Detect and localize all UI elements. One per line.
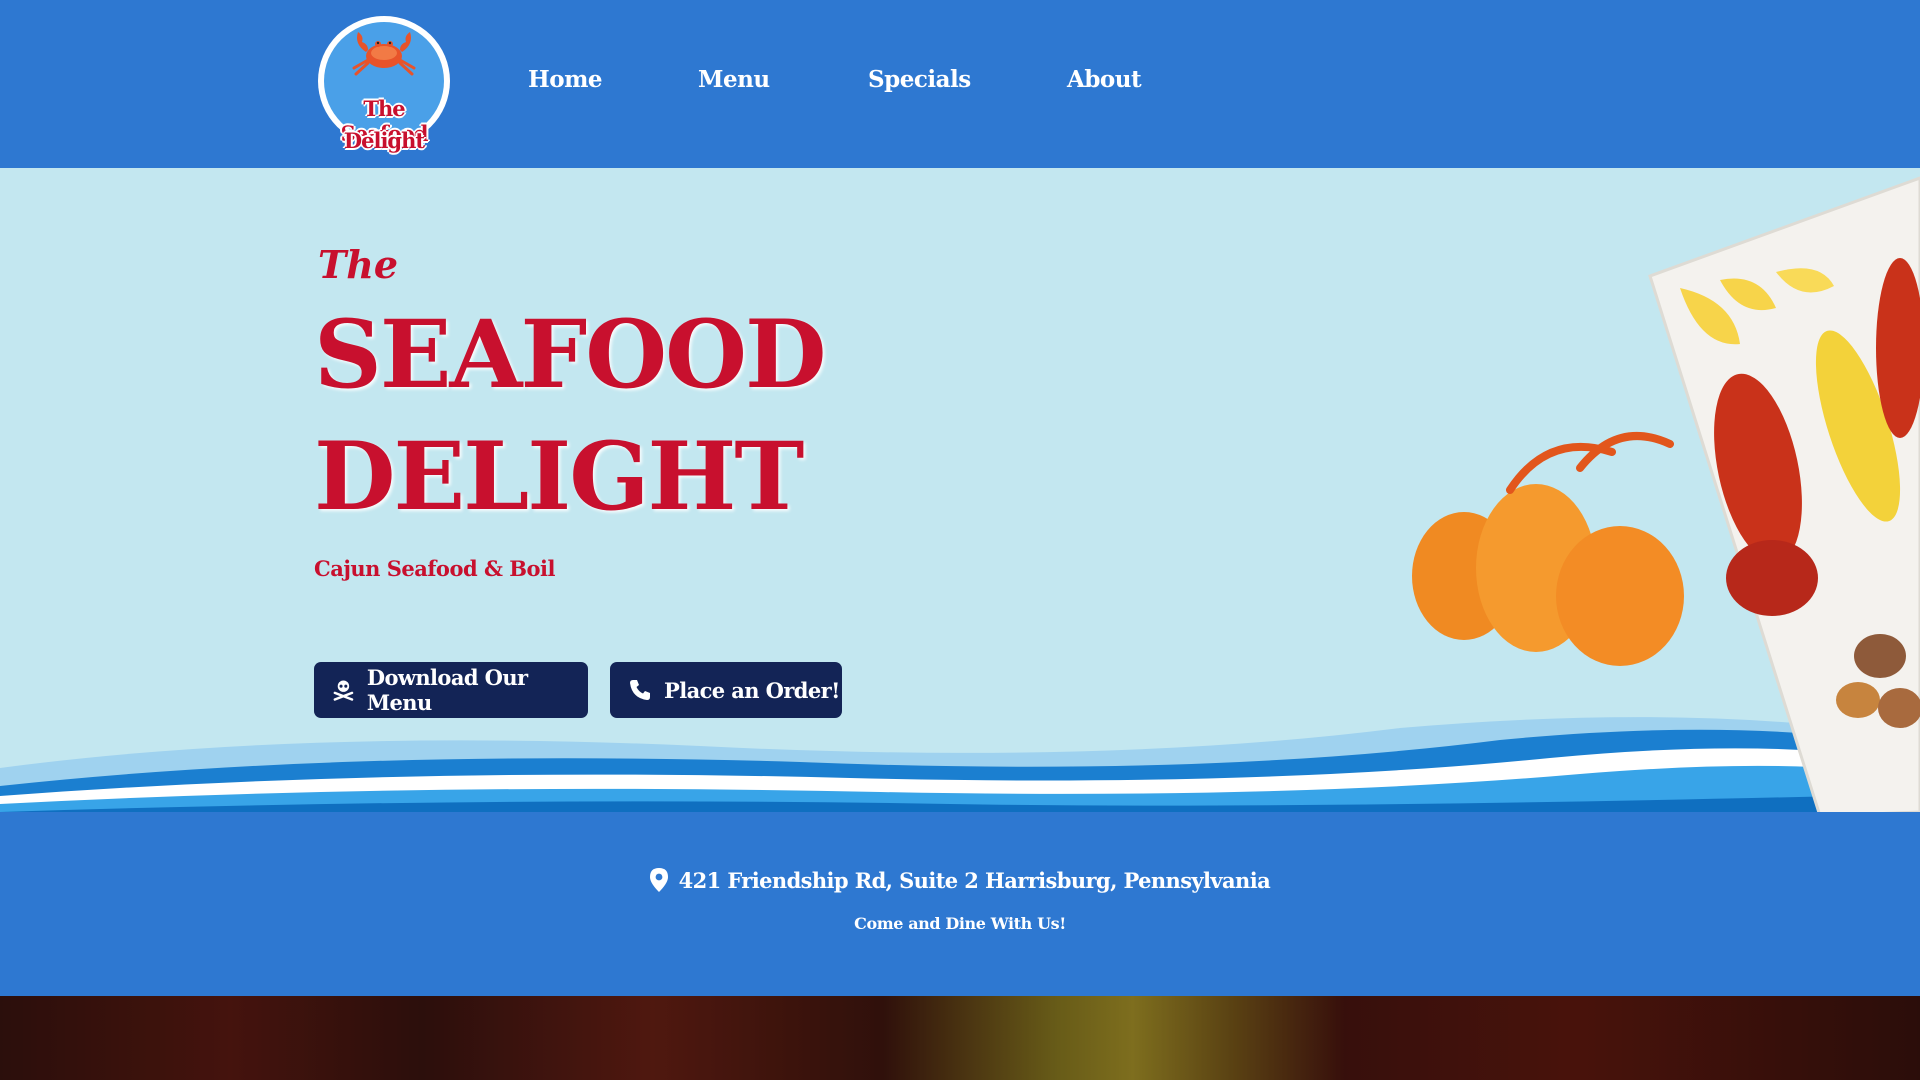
crawfish-photo-strip bbox=[0, 996, 1920, 1080]
download-menu-label: Download Our Menu bbox=[366, 665, 528, 715]
seafood-platter-image bbox=[1412, 176, 1920, 812]
hero-subtitle: Cajun Seafood & Boil bbox=[314, 556, 555, 581]
download-menu-button[interactable]: Download Our Menu bbox=[314, 662, 588, 718]
photo-overlay bbox=[0, 996, 1920, 1080]
fried-shrimp-group bbox=[1412, 432, 1684, 666]
place-order-button[interactable]: Place an Order! bbox=[610, 662, 842, 718]
logo-text-line2: Delight bbox=[343, 128, 425, 153]
hero-title-line1: SEAFOOD bbox=[314, 300, 826, 410]
address-text: 421 Friendship Rd, Suite 2 Harrisburg, P… bbox=[678, 868, 1271, 893]
hero-section: The SEAFOOD DELIGHT Cajun Seafood & Boil bbox=[0, 168, 1920, 812]
hero-title-line2: DELIGHT bbox=[314, 422, 804, 532]
phone-icon bbox=[630, 680, 650, 700]
tagline: Come and Dine With Us! bbox=[854, 914, 1066, 933]
nav-home[interactable]: Home bbox=[528, 66, 603, 93]
crab-icon bbox=[352, 32, 416, 76]
place-order-label: Place an Order! bbox=[664, 677, 840, 703]
hero-kicker: The bbox=[318, 242, 399, 287]
site-header: The Seafood Delight Home Menu Specials A… bbox=[0, 0, 1920, 168]
site-logo[interactable]: The Seafood Delight bbox=[318, 16, 450, 153]
nav-specials[interactable]: Specials bbox=[868, 66, 971, 93]
skull-crossbones-icon bbox=[333, 680, 354, 701]
address-line: 421 Friendship Rd, Suite 2 Harrisburg, P… bbox=[0, 868, 1920, 893]
nav-menu[interactable]: Menu bbox=[698, 66, 770, 93]
location-section: 421 Friendship Rd, Suite 2 Harrisburg, P… bbox=[0, 812, 1920, 996]
nav-about[interactable]: About bbox=[1067, 66, 1142, 93]
map-pin-icon bbox=[649, 868, 668, 892]
